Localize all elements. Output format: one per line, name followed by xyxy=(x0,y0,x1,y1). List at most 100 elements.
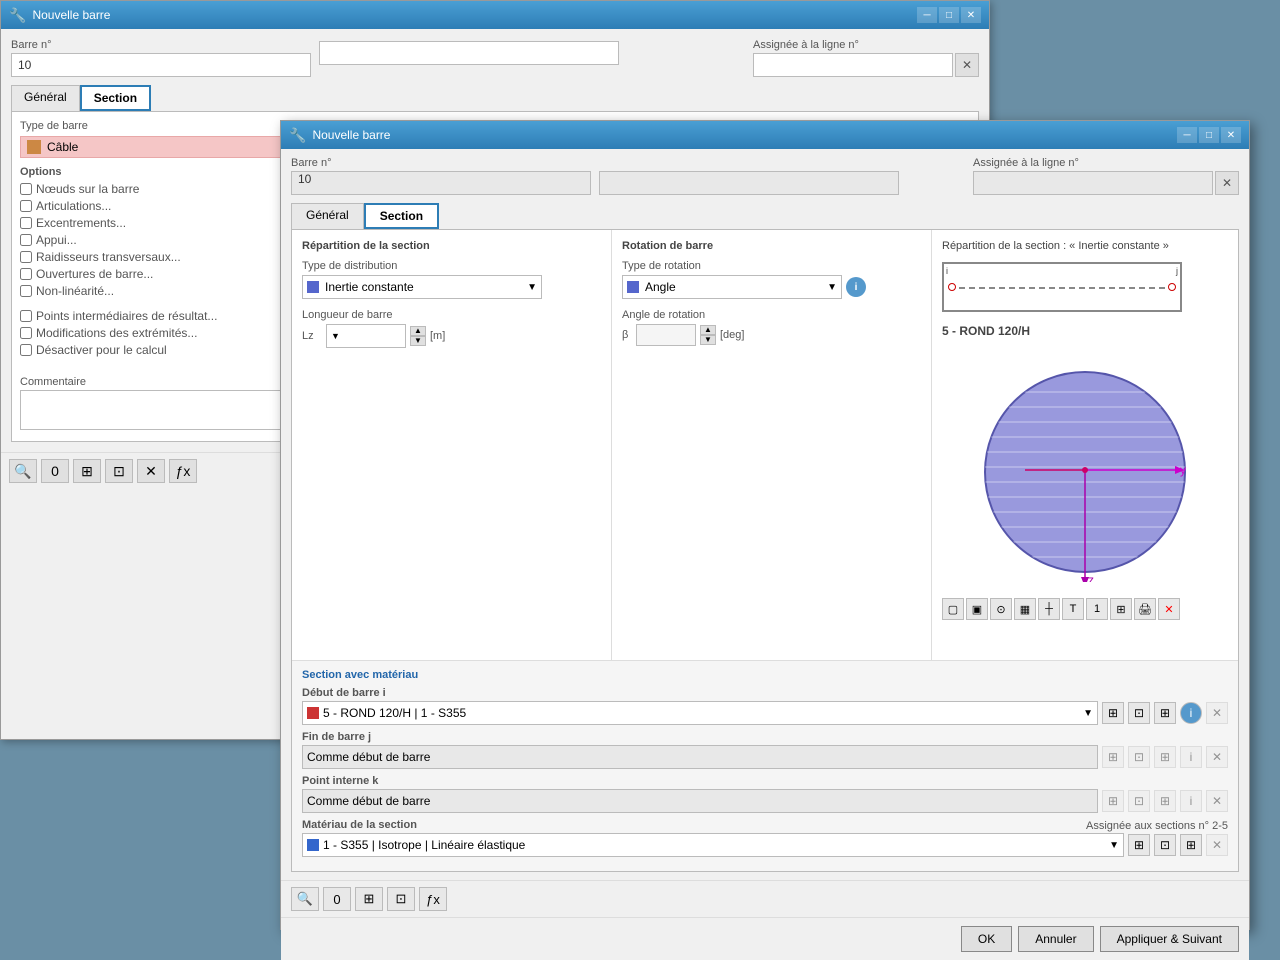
bg-tab-general[interactable]: Général xyxy=(11,85,80,111)
rt-close-btn[interactable]: ✕ xyxy=(1158,598,1180,620)
main-tabs: Général Section xyxy=(291,203,1239,229)
fin-info-btn[interactable]: i xyxy=(1180,746,1202,768)
debut-copy-btn[interactable]: ⊡ xyxy=(1128,702,1150,724)
main-close-button[interactable]: ✕ xyxy=(1221,127,1241,143)
bg-toolbar-copy[interactable]: ⊡ xyxy=(105,459,133,483)
main-tab-general[interactable]: Général xyxy=(291,203,364,229)
rt-circle-btn[interactable]: ⊙ xyxy=(990,598,1012,620)
debut-info-btn[interactable]: i xyxy=(1180,702,1202,724)
fin-copy-btn[interactable]: ⊡ xyxy=(1128,746,1150,768)
bg-assignee-input[interactable] xyxy=(753,53,953,77)
main-toolbar-search[interactable]: 🔍 xyxy=(291,887,319,911)
mat-copy-btn[interactable]: ⊡ xyxy=(1154,834,1176,856)
angle-up-button[interactable]: ▲ xyxy=(700,325,716,335)
debut-paste-btn[interactable]: ⊞ xyxy=(1154,702,1176,724)
materiau-select[interactable]: 1 - S355 | Isotrope | Linéaire élastique… xyxy=(302,833,1124,857)
bg-option-7-cb[interactable] xyxy=(20,285,32,297)
main-middle-input[interactable] xyxy=(599,171,899,195)
angle-input[interactable]: 0.00 xyxy=(636,324,696,346)
bg-assignee-button[interactable]: ✕ xyxy=(955,53,979,77)
main-assignee-input[interactable] xyxy=(973,171,1213,195)
angle-stepper[interactable]: ▲ ▼ xyxy=(700,325,716,345)
main-tab-section[interactable]: Section xyxy=(364,203,439,229)
section-circle-svg: y z xyxy=(975,362,1195,582)
pi-del-btn[interactable]: ✕ xyxy=(1206,790,1228,812)
fin-barre-select[interactable]: Comme début de barre xyxy=(302,745,1098,769)
main-toolbar-num[interactable]: 0 xyxy=(323,887,351,911)
rt-grid-btn[interactable]: ⊞ xyxy=(1110,598,1132,620)
debut-table-btn[interactable]: ⊞ xyxy=(1102,702,1124,724)
debut-del-btn[interactable]: ✕ xyxy=(1206,702,1228,724)
ok-button[interactable]: OK xyxy=(961,926,1012,952)
mat-paste-btn[interactable]: ⊞ xyxy=(1180,834,1202,856)
main-toolbar-copy[interactable]: ⊡ xyxy=(387,887,415,911)
rt-num-btn[interactable]: 1 xyxy=(1086,598,1108,620)
bg-barre-input[interactable]: 10 xyxy=(11,53,311,77)
rt-cursor-btn[interactable]: ┼ xyxy=(1038,598,1060,620)
lz-select[interactable]: ▼ xyxy=(326,324,406,348)
bg-option-1-cb[interactable] xyxy=(20,183,32,195)
col-rotation: Rotation de barre Type de rotation Angle… xyxy=(612,230,932,660)
pi-paste-btn[interactable]: ⊞ xyxy=(1154,790,1176,812)
bg-middle-group xyxy=(319,39,745,77)
main-assignee-button[interactable]: ✕ xyxy=(1215,171,1239,195)
debut-barre-select[interactable]: 5 - ROND 120/H | 1 - S355 ▼ xyxy=(302,701,1098,725)
bg-option-3-cb[interactable] xyxy=(20,217,32,229)
annuler-button[interactable]: Annuler xyxy=(1018,926,1093,952)
bg-close-button[interactable]: ✕ xyxy=(961,7,981,23)
pi-table-btn[interactable]: ⊞ xyxy=(1102,790,1124,812)
repartition-info-text: Répartition de la section : « Inertie co… xyxy=(942,240,1228,252)
bg-checkbox-3-cb[interactable] xyxy=(20,344,32,356)
materiau-row: 1 - S355 | Isotrope | Linéaire élastique… xyxy=(302,833,1228,857)
rt-print-btn[interactable]: 🖨 xyxy=(1134,598,1156,620)
main-minimize-button[interactable]: ─ xyxy=(1177,127,1197,143)
fin-del-btn[interactable]: ✕ xyxy=(1206,746,1228,768)
bg-middle-input[interactable] xyxy=(319,41,619,65)
rt-rect-btn[interactable]: ▣ xyxy=(966,598,988,620)
rt-text-btn[interactable]: T xyxy=(1062,598,1084,620)
bg-toolbar-fx[interactable]: ƒx xyxy=(169,459,197,483)
lz-stepper[interactable]: ▲ ▼ xyxy=(410,326,426,346)
bg-checkbox-1-cb[interactable] xyxy=(20,310,32,322)
fin-table-btn[interactable]: ⊞ xyxy=(1102,746,1124,768)
bg-toolbar-search[interactable]: 🔍 xyxy=(9,459,37,483)
bg-maximize-button[interactable]: □ xyxy=(939,7,959,23)
bg-toolbar-num[interactable]: 0 xyxy=(41,459,69,483)
lz-up-button[interactable]: ▲ xyxy=(410,326,426,336)
main-toolbar-fx[interactable]: ƒx xyxy=(419,887,447,911)
bg-option-6-cb[interactable] xyxy=(20,268,32,280)
main-maximize-button[interactable]: □ xyxy=(1199,127,1219,143)
rt-fill-btn[interactable]: ▦ xyxy=(1014,598,1036,620)
main-toolbar-table[interactable]: ⊞ xyxy=(355,887,383,911)
pi-info-btn[interactable]: i xyxy=(1180,790,1202,812)
rotation-info-button[interactable]: i xyxy=(846,277,866,297)
mat-table-btn[interactable]: ⊞ xyxy=(1128,834,1150,856)
point-interne-select[interactable]: Comme début de barre xyxy=(302,789,1098,813)
bg-option-5-cb[interactable] xyxy=(20,251,32,263)
appliquer-suivant-button[interactable]: Appliquer & Suivant xyxy=(1100,926,1239,952)
lz-down-button[interactable]: ▼ xyxy=(410,336,426,346)
section-materiau-title: Section avec matériau xyxy=(302,669,1228,681)
materiau-group: Matériau de la section Assignée aux sect… xyxy=(302,819,1228,857)
bg-tab-section[interactable]: Section xyxy=(80,85,151,111)
bg-option-1-label: Nœuds sur la barre xyxy=(36,182,139,196)
type-rotation-select[interactable]: Angle ▼ xyxy=(622,275,842,299)
fin-paste-btn[interactable]: ⊞ xyxy=(1154,746,1176,768)
angle-unit-label: [deg] xyxy=(720,329,744,341)
fin-barre-group: Fin de barre j Comme début de barre ⊞ ⊡ … xyxy=(302,731,1228,769)
bg-toolbar-table[interactable]: ⊞ xyxy=(73,459,101,483)
bg-checkbox-2-cb[interactable] xyxy=(20,327,32,339)
bg-window-controls: ─ □ ✕ xyxy=(917,7,981,23)
bg-option-2-cb[interactable] xyxy=(20,200,32,212)
pi-copy-btn[interactable]: ⊡ xyxy=(1128,790,1150,812)
bg-title-text: Nouvelle barre xyxy=(32,8,917,22)
mat-del-btn[interactable]: ✕ xyxy=(1206,834,1228,856)
bg-minimize-button[interactable]: ─ xyxy=(917,7,937,23)
rt-select-btn[interactable]: ▢ xyxy=(942,598,964,620)
bg-option-4-cb[interactable] xyxy=(20,234,32,246)
bg-toolbar-del[interactable]: ✕ xyxy=(137,459,165,483)
main-barre-input[interactable]: 10 xyxy=(291,171,591,195)
angle-down-button[interactable]: ▼ xyxy=(700,335,716,345)
beam-j-label: j xyxy=(1176,266,1178,276)
type-distribution-select[interactable]: Inertie constante ▼ xyxy=(302,275,542,299)
